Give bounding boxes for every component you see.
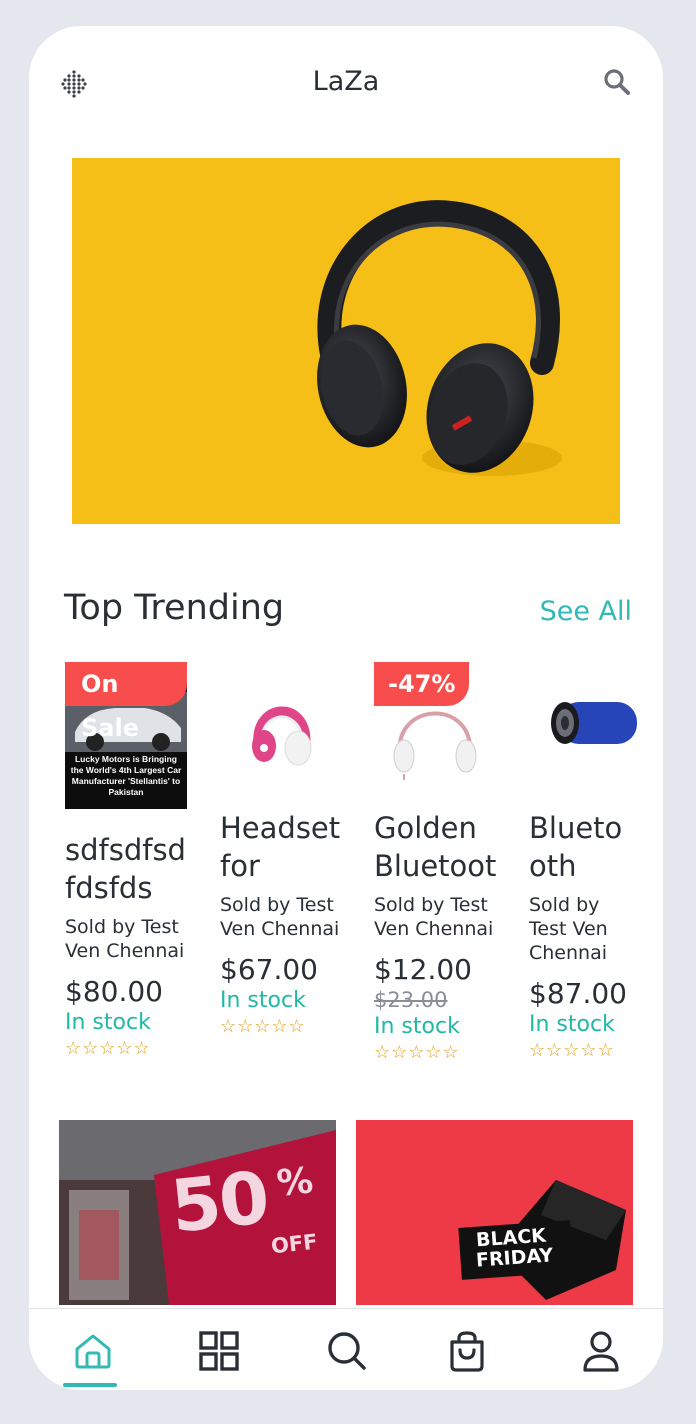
rating-stars: ☆☆☆☆☆ — [220, 1016, 306, 1036]
app-screen: LaZa Top Trending See All Lucky Motors i… — [29, 26, 663, 1390]
promo-banner-50-off[interactable]: 50 % OFF — [59, 1120, 336, 1305]
rating-stars: ☆☆☆☆☆ — [374, 1042, 460, 1062]
home-icon — [75, 1334, 111, 1369]
product-name: Headset for — [220, 811, 341, 883]
rating-stars: ☆☆☆☆☆ — [65, 1038, 151, 1058]
stock-status: In stock — [220, 988, 306, 1013]
product-thumbnail: Lucky Motors is Bringing the World's 4th… — [65, 662, 187, 809]
rating-stars: ☆☆☆☆☆ — [529, 1040, 615, 1060]
promo-line2: FRIDAY — [475, 1244, 554, 1272]
see-all-link[interactable]: See All — [540, 596, 632, 627]
bottom-navigation — [29, 1308, 663, 1390]
profile-icon — [583, 1331, 619, 1372]
promo-percentage: 50 — [166, 1155, 272, 1249]
search-icon — [328, 1332, 366, 1370]
product-card[interactable]: Headset for Sold by Test Ven Chennai $67… — [220, 662, 345, 1037]
top-app-bar: LaZa — [29, 26, 663, 136]
sale-badge: On Sale — [65, 662, 187, 742]
product-card[interactable]: -47% Golden Bluetoot Sold by Test Ven Ch… — [374, 662, 499, 1063]
discount-badge: -47% — [374, 662, 470, 706]
product-card[interactable]: Lucky Motors is Bringing the World's 4th… — [65, 662, 190, 1059]
product-name: Golden Bluetoot — [374, 811, 497, 883]
product-seller: Sold by Test Ven Chennai — [65, 916, 185, 962]
app-title: LaZa — [312, 66, 380, 97]
bluetooth-speaker-image — [529, 662, 639, 809]
nav-search[interactable] — [317, 1321, 377, 1381]
product-seller: Sold by Test Ven Chennai — [529, 894, 608, 964]
active-tab-indicator — [63, 1383, 117, 1387]
product-name: sdfsdfsdfdsfds — [65, 833, 186, 905]
promo-banner-black-friday[interactable]: BLACK FRIDAY — [356, 1120, 633, 1305]
thumbnail-caption: Lucky Motors is Bringing the World's 4th… — [70, 754, 182, 797]
product-thumbnail — [220, 662, 342, 809]
product-price: $12.00 — [374, 953, 472, 986]
categories-icon — [199, 1331, 239, 1371]
section-title: Top Trending — [64, 588, 285, 628]
promo-percent-sign: % — [274, 1160, 316, 1205]
nav-home[interactable] — [63, 1321, 123, 1381]
nav-bag[interactable] — [437, 1321, 497, 1381]
promo-off-label: OFF — [269, 1229, 319, 1259]
headphones-image — [72, 158, 620, 524]
pink-headphones-image — [220, 662, 342, 809]
nav-categories[interactable] — [189, 1321, 249, 1381]
original-price: $23.00 — [374, 988, 448, 1012]
product-thumbnail: -47% — [374, 662, 496, 809]
hero-banner[interactable] — [72, 158, 620, 524]
bag-icon — [450, 1331, 484, 1372]
nav-profile[interactable] — [571, 1321, 631, 1381]
product-price: $67.00 — [220, 953, 318, 986]
stock-status: In stock — [65, 1010, 151, 1035]
product-name: Bluetooth — [529, 811, 623, 883]
product-seller: Sold by Test Ven Chennai — [374, 894, 494, 940]
product-thumbnail — [529, 662, 639, 809]
search-icon[interactable] — [601, 66, 633, 98]
product-price: $80.00 — [65, 975, 163, 1008]
stock-status: In stock — [529, 1012, 615, 1037]
product-seller: Sold by Test Ven Chennai — [220, 894, 340, 940]
product-card[interactable]: Bluetooth Sold by Test Ven Chennai $87.0… — [529, 662, 639, 1061]
product-price: $87.00 — [529, 977, 627, 1010]
stock-status: In stock — [374, 1014, 460, 1039]
device-frame: LaZa Top Trending See All Lucky Motors i… — [0, 0, 696, 1424]
